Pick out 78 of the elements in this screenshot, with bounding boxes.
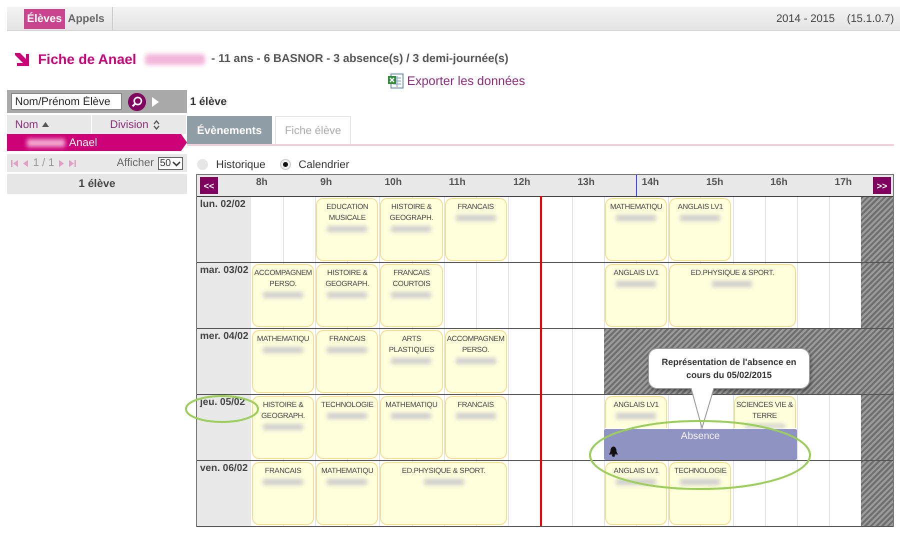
day-label: mar. 03/02: [200, 265, 248, 276]
school-year: 2014 - 2015: [776, 12, 835, 24]
time-marker-line: [636, 175, 637, 196]
student-name: Anael: [69, 136, 98, 148]
blurred-text: [456, 413, 496, 419]
day-label: jeu. 05/02: [200, 397, 246, 408]
hour-label: 15h: [706, 177, 724, 188]
export-link[interactable]: Exporter les données: [407, 74, 526, 88]
hour-label: 17h: [834, 177, 852, 188]
previous-week-button[interactable]: <<: [200, 177, 218, 194]
blurred-text: [145, 54, 206, 64]
arrow-icon: [15, 52, 29, 66]
radio-button[interactable]: [197, 159, 208, 170]
radio-label: Calendrier: [298, 158, 350, 170]
student-count: 1 élève: [189, 95, 228, 110]
blurred-text: [391, 413, 432, 419]
blurred-text: [456, 215, 496, 221]
hour-label: 8h: [256, 177, 268, 188]
last-page-icon[interactable]: [69, 160, 76, 166]
spreadsheet-icon: [388, 73, 404, 89]
page-title: Fiche de Anael: [38, 51, 136, 67]
blurred-text: [263, 347, 304, 353]
hour-label: 14h: [642, 177, 660, 188]
hour-label: 10h: [384, 177, 402, 188]
hour-label: 11h: [448, 177, 466, 188]
previous-page-icon[interactable]: [22, 160, 29, 166]
search-icon[interactable]: [128, 92, 146, 110]
hour-label: 12h: [513, 177, 530, 188]
page-size-select[interactable]: 50: [158, 156, 183, 170]
blurred-text: [263, 479, 304, 485]
blurred-text: [263, 292, 304, 298]
next-page-icon[interactable]: [58, 160, 66, 166]
day-label: mer. 04/02: [200, 331, 248, 342]
version-label: (15.1.0.7): [846, 12, 894, 24]
module-tab[interactable]: Élèves: [24, 8, 65, 28]
blurred-text: [616, 413, 656, 419]
module-tab[interactable]: Appels: [64, 8, 108, 28]
blurred-text: [680, 479, 720, 485]
page-indicator: 1 / 1: [33, 157, 54, 169]
day-label: lun. 02/02: [200, 199, 246, 210]
blurred-text: [27, 138, 65, 146]
blurred-text: [616, 215, 656, 221]
blurred-text: [616, 281, 656, 287]
blurred-text: [391, 292, 432, 298]
blurred-text: [456, 358, 496, 364]
blurred-text: [391, 358, 432, 364]
unavailable-period: [860, 197, 893, 262]
day-label: ven. 06/02: [200, 463, 248, 474]
student-count: 1 élève: [7, 174, 187, 194]
student-details: - 11 ans - 6 BASNOR - 3 absence(s) / 3 demi-journée(s): [211, 53, 508, 65]
hour-label: 13h: [577, 177, 595, 188]
hour-label: 9h: [320, 177, 332, 188]
student-row[interactable]: Anael: [7, 134, 187, 151]
blurred-text: [712, 281, 752, 287]
radio-button[interactable]: [280, 159, 291, 170]
blurred-text: [680, 215, 720, 221]
hour-label: 16h: [770, 177, 788, 188]
radio-label: Historique: [216, 158, 266, 170]
first-page-icon[interactable]: [11, 160, 18, 166]
column-header[interactable]: Nom: [15, 118, 38, 130]
blurred-text: [327, 413, 368, 419]
unavailable-period: [860, 461, 893, 526]
caret-icon: [172, 158, 181, 168]
blurred-text: [263, 424, 304, 430]
absence-label: Absence: [680, 431, 721, 442]
column-header[interactable]: Division: [110, 118, 149, 130]
play-icon[interactable]: [152, 96, 159, 106]
bell-icon: [608, 446, 620, 457]
callout-text: Représentation de l'absence en cours du 05/02/2015: [660, 356, 798, 382]
blurred-text: [391, 226, 432, 232]
next-week-button[interactable]: >>: [873, 177, 891, 194]
blurred-text: [327, 347, 368, 353]
page-size-label: Afficher: [116, 157, 154, 169]
blurred-text: [327, 292, 368, 298]
blurred-text: [744, 424, 785, 428]
blurred-text: [424, 479, 464, 485]
blurred-text: [327, 479, 368, 485]
blurred-text: [327, 226, 368, 232]
